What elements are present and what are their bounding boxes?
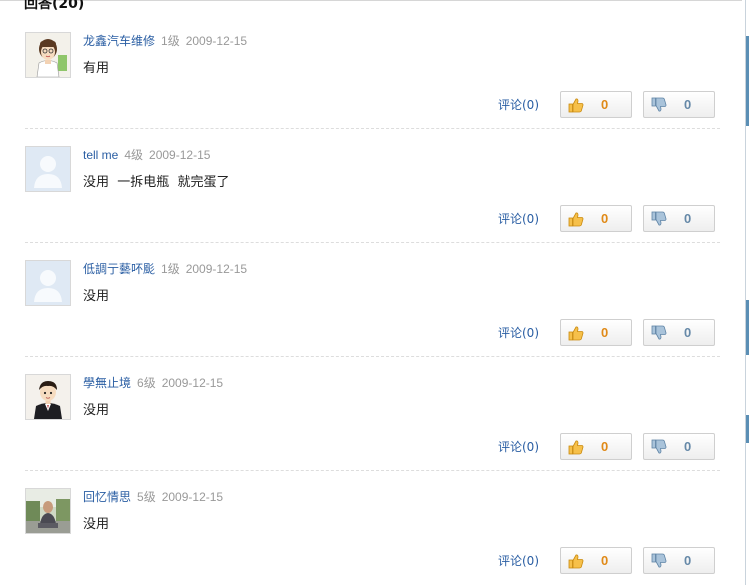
- default-avatar-icon: [26, 261, 70, 305]
- answer-date: 2009-12-15: [185, 262, 248, 276]
- username-link[interactable]: 低調亍藝吥颩: [83, 262, 155, 276]
- answer-date: 2009-12-15: [149, 148, 211, 162]
- thumbs-up-icon: [568, 440, 584, 455]
- username-link[interactable]: 龙鑫汽车维修: [83, 34, 155, 48]
- answer-meta: 龙鑫汽车维修 1级 2009-12-15: [83, 34, 247, 48]
- user-level: 6级: [137, 376, 156, 390]
- user-avatar[interactable]: [25, 260, 71, 306]
- dislike-button[interactable]: 0: [643, 547, 715, 574]
- like-button[interactable]: 0: [560, 547, 632, 574]
- user-avatar[interactable]: [25, 32, 71, 78]
- thumbs-up-icon: [568, 98, 584, 113]
- dislike-count: 0: [684, 553, 692, 568]
- thumbs-down-icon: [651, 211, 667, 226]
- answer-meta: 低調亍藝吥颩 1级 2009-12-15: [83, 262, 247, 276]
- comment-link[interactable]: 评论(0): [498, 210, 539, 227]
- answer-date: 2009-12-15: [161, 490, 224, 504]
- answer-meta: 學無止境 6级 2009-12-15: [83, 376, 223, 390]
- username-link[interactable]: tell me: [83, 148, 118, 162]
- comment-link[interactable]: 评论(0): [498, 552, 539, 569]
- thumbs-up-icon: [568, 554, 584, 569]
- dislike-count: 0: [684, 97, 692, 112]
- answer-date: 2009-12-15: [161, 376, 224, 390]
- answer-item: 低調亍藝吥颩 1级 2009-12-15 没用 评论(0) 0 0: [0, 228, 740, 357]
- user-avatar[interactable]: [25, 488, 71, 534]
- thumbs-down-icon: [651, 97, 667, 112]
- user-avatar[interactable]: [25, 374, 71, 420]
- answer-meta: tell me 4级 2009-12-15: [83, 148, 210, 162]
- user-level: 1级: [161, 262, 180, 276]
- thumbs-down-icon: [651, 553, 667, 568]
- thumbs-down-icon: [651, 325, 667, 340]
- user-level: 1级: [161, 34, 180, 48]
- thumbs-up-icon: [568, 326, 584, 341]
- username-link[interactable]: 回忆情思: [83, 490, 131, 504]
- thumbs-down-icon: [651, 439, 667, 454]
- answer-content: 没用: [83, 289, 110, 304]
- answer-item: 學無止境 6级 2009-12-15 没用 评论(0) 0 0: [0, 342, 740, 471]
- like-count: 0: [601, 439, 609, 454]
- like-count: 0: [601, 97, 609, 112]
- dislike-count: 0: [684, 211, 692, 226]
- default-avatar-icon: [26, 147, 70, 191]
- like-count: 0: [601, 553, 609, 568]
- answer-date: 2009-12-15: [185, 34, 248, 48]
- comment-link[interactable]: 评论(0): [498, 438, 539, 455]
- answer-content: 有用: [83, 61, 110, 76]
- answer-item: 回忆情思 5级 2009-12-15 没用 评论(0) 0 0: [0, 456, 740, 574]
- comment-link[interactable]: 评论(0): [498, 96, 539, 113]
- cartoon-suit-avatar-icon: [26, 375, 70, 419]
- answer-meta: 回忆情思 5级 2009-12-15: [83, 490, 223, 504]
- user-avatar[interactable]: [25, 146, 71, 192]
- answer-content: 没用: [83, 517, 110, 532]
- like-count: 0: [601, 211, 609, 226]
- answer-content: 没用 一拆电瓶 就完蛋了: [83, 175, 230, 190]
- user-level: 5级: [137, 490, 156, 504]
- user-level: 4级: [124, 148, 144, 162]
- username-link[interactable]: 學無止境: [83, 376, 131, 390]
- answer-item: 龙鑫汽车维修 1级 2009-12-15 有用 评论(0) 0 0: [0, 0, 740, 129]
- answer-content: 没用: [83, 403, 110, 418]
- thumbs-up-icon: [568, 212, 584, 227]
- like-count: 0: [601, 325, 609, 340]
- comment-link[interactable]: 评论(0): [498, 324, 539, 341]
- dislike-count: 0: [684, 325, 692, 340]
- photo-avatar-icon: [26, 489, 70, 533]
- cartoon-girl-avatar-icon: [26, 33, 70, 77]
- dislike-count: 0: [684, 439, 692, 454]
- answer-item: tell me 4级 2009-12-15 没用 一拆电瓶 就完蛋了 评论(0) 0…: [0, 114, 740, 243]
- scrollbar[interactable]: [742, 0, 749, 585]
